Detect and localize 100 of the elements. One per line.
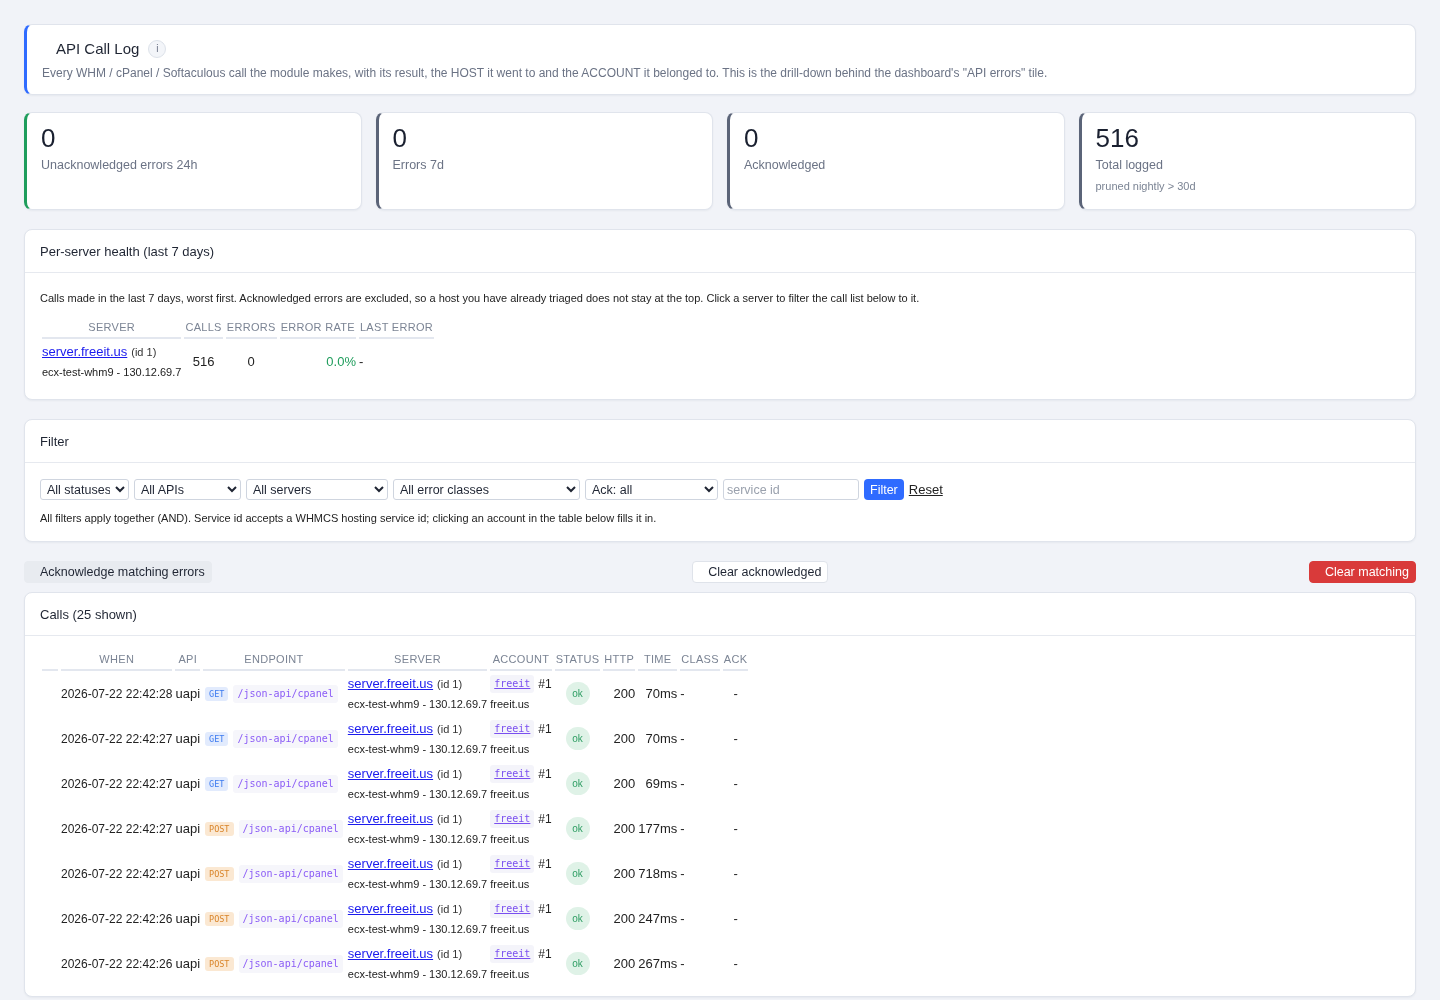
stat-label: Acknowledged [744, 157, 827, 173]
column-header: ERRORS [225, 320, 277, 339]
page-description: Every WHM / cPanel / Softaculous call the module makes, with its result, the HOST it went to and the ACCOUNT it belonged to. This is the drill-down behind the dashboard's "API errors" tile. [42, 65, 1049, 81]
method-tag: GET [205, 776, 229, 791]
service-number: #1 [538, 947, 552, 961]
table-cell-text: - [680, 685, 686, 703]
method-tag: GET [205, 731, 229, 746]
account-link[interactable]: freeit [490, 765, 535, 783]
table-cell-text: - [680, 955, 686, 973]
table-cell-text: 2026-07-22 22:42:26 [61, 955, 173, 973]
service-number: #1 [538, 677, 552, 691]
endpoint-path: /json-api/cpanel [238, 909, 343, 928]
method-tag: POST [205, 866, 234, 881]
table-cell-text: - [680, 730, 686, 748]
endpoint-path: /json-api/cpanel [238, 819, 343, 838]
column-header: CLASS [680, 652, 720, 671]
info-button[interactable]: i [148, 40, 167, 58]
server-link[interactable]: server.freeit.us [42, 344, 128, 360]
status-pill: ok [565, 772, 590, 795]
server-host: ecx-test-whm9 - 130.12.69.7 [347, 697, 488, 712]
table-cell-text: - [680, 910, 686, 928]
table-cell-text: uapi [175, 685, 200, 703]
account-domain: freeit.us [490, 877, 531, 892]
server-link[interactable]: server.freeit.us [347, 811, 434, 827]
account-link[interactable]: freeit [490, 720, 535, 738]
server-link[interactable]: server.freeit.us [347, 901, 434, 917]
server-host: ecx-test-whm9 - 130.12.69.7 [347, 832, 488, 847]
section-title: Filter [40, 433, 69, 449]
column-header: API [175, 652, 200, 671]
server-link[interactable]: server.freeit.us [347, 721, 434, 737]
account-domain: freeit.us [490, 742, 531, 757]
reset-link[interactable]: Reset [908, 481, 943, 498]
endpoint-path: /json-api/cpanel [233, 684, 338, 703]
stat-note: pruned nightly > 30d [1095, 179, 1197, 194]
table-cell-text: uapi [175, 955, 200, 973]
server-link[interactable]: server.freeit.us [347, 766, 434, 782]
column-header: CALLS [184, 320, 223, 339]
stat-value: 516 [1095, 122, 1140, 154]
table-cell-text: 200 [612, 820, 636, 838]
column-header: TIME [638, 652, 678, 671]
table-cell-text: uapi [175, 910, 200, 928]
filter-button[interactable]: Filter [864, 479, 904, 500]
action-button[interactable]: Acknowledge matching errors [24, 561, 212, 583]
column-header: HTTP [603, 652, 636, 671]
server-id: (id 1) [437, 812, 463, 826]
column-header: ENDPOINT [203, 652, 345, 671]
account-link[interactable]: freeit [490, 810, 535, 828]
filter-dropdown[interactable]: All statuses [40, 479, 129, 500]
table-cell-text: - [680, 865, 686, 883]
method-tag: POST [205, 956, 234, 971]
endpoint-path: /json-api/cpanel [233, 774, 338, 793]
filter-dropdown[interactable]: Ack: all [585, 479, 718, 500]
table-cell-text: 2026-07-22 22:42:26 [61, 910, 173, 928]
table-cell-text: 200 [612, 955, 636, 973]
action-button[interactable]: Clear matching [1308, 561, 1416, 583]
account-domain: freeit.us [490, 922, 531, 937]
table-cell-text: 69ms [644, 775, 678, 793]
table-cell-text: - [732, 910, 739, 928]
page-title: API Call Log [56, 39, 140, 59]
table-cell-text: - [732, 865, 739, 883]
filter-dropdown[interactable]: All error classes [393, 479, 580, 500]
column-header: WHEN [61, 652, 173, 671]
endpoint-path: /json-api/cpanel [233, 729, 338, 748]
table-cell-text: - [358, 353, 365, 371]
server-host: ecx-test-whm9 - 130.12.69.7 [347, 787, 488, 802]
method-tag: POST [205, 911, 234, 926]
table-cell-text: 2026-07-22 22:42:27 [61, 865, 173, 883]
filter-dropdown[interactable]: All APIs [134, 479, 241, 500]
server-link[interactable]: server.freeit.us [347, 676, 434, 692]
account-link[interactable]: freeit [490, 945, 535, 963]
status-pill: ok [565, 952, 590, 975]
table-cell-text: - [680, 775, 686, 793]
account-link[interactable]: freeit [490, 855, 535, 873]
server-id: (id 1) [437, 857, 463, 871]
table-cell-text: uapi [175, 730, 200, 748]
account-link[interactable]: freeit [490, 675, 535, 693]
service-id-field[interactable]: service id [723, 479, 859, 500]
table-cell-text: 2026-07-22 22:42:27 [61, 730, 173, 748]
table-cell-text: 200 [612, 730, 636, 748]
table-cell-text: 0 [246, 353, 256, 371]
table-cell-text: 2026-07-22 22:42:27 [61, 775, 173, 793]
filter-dropdown[interactable]: All servers [246, 479, 388, 500]
service-number: #1 [538, 767, 552, 781]
server-host: ecx-test-whm9 - 130.12.69.7 [42, 365, 182, 380]
server-host: ecx-test-whm9 - 130.12.69.7 [347, 967, 488, 982]
table-cell-text: uapi [175, 865, 200, 883]
column-header: ACCOUNT [490, 652, 552, 671]
server-link[interactable]: server.freeit.us [347, 946, 434, 962]
account-domain: freeit.us [490, 967, 531, 982]
account-link[interactable]: freeit [490, 900, 535, 918]
table-cell-text: - [732, 820, 739, 838]
column-header: LAST ERROR [358, 320, 435, 339]
status-pill: ok [565, 862, 590, 885]
status-pill: ok [565, 907, 590, 930]
server-host: ecx-test-whm9 - 130.12.69.7 [347, 742, 488, 757]
account-domain: freeit.us [490, 697, 531, 712]
status-pill: ok [565, 682, 590, 705]
server-host: ecx-test-whm9 - 130.12.69.7 [347, 922, 488, 937]
server-link[interactable]: server.freeit.us [347, 856, 434, 872]
action-button[interactable]: Clear acknowledged [692, 561, 829, 583]
